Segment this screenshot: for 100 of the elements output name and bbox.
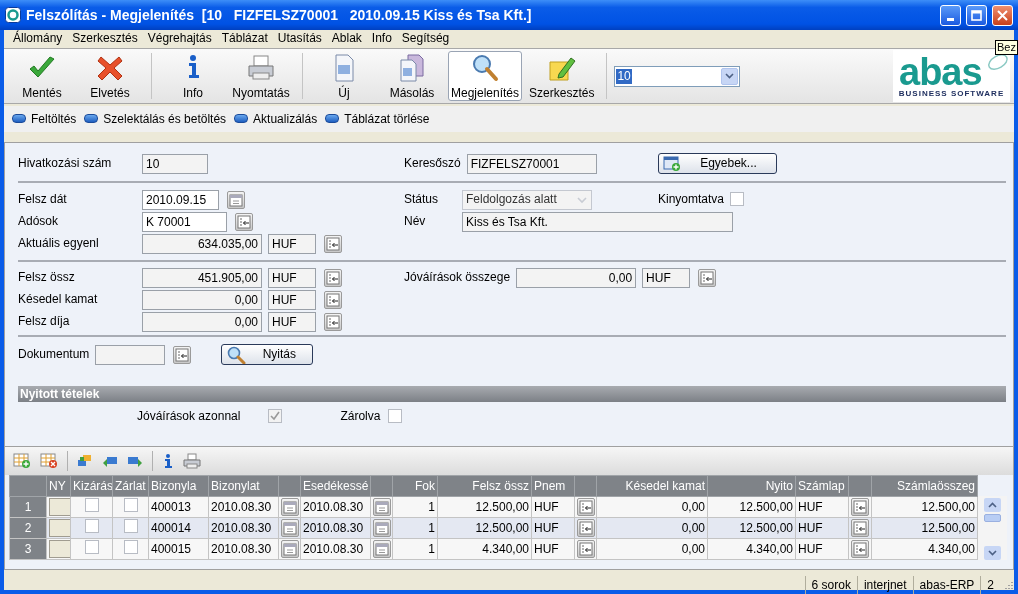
calendar-button[interactable]	[227, 190, 245, 209]
column-header[interactable]: Számlap	[795, 475, 849, 497]
checkbox[interactable]	[123, 540, 138, 555]
checkbox[interactable]	[123, 519, 138, 534]
lookup-button[interactable]	[324, 268, 342, 287]
column-header[interactable]	[278, 475, 301, 497]
lookup-button[interactable]	[324, 312, 342, 331]
input-field[interactable]: HUF	[268, 233, 316, 254]
toolbar-button[interactable]: Info	[161, 51, 225, 101]
input-field[interactable]: Kiss és Tsa Kft.	[462, 211, 733, 232]
column-header[interactable]	[848, 475, 872, 497]
action-button[interactable]: Aktualizálás	[232, 111, 320, 127]
column-header[interactable]: Nyito	[707, 475, 796, 497]
lookup-button[interactable]	[324, 290, 342, 309]
toolbar-button[interactable]: Nyomtatás	[229, 51, 293, 101]
row-button[interactable]	[49, 519, 70, 537]
calendar-button[interactable]	[281, 498, 299, 516]
input-field[interactable]: HUF	[642, 267, 691, 288]
menu-item[interactable]: Info	[366, 30, 397, 46]
toolbar-button[interactable]: Másolás	[380, 51, 444, 101]
row-button[interactable]	[49, 498, 70, 516]
checkbox[interactable]	[84, 498, 99, 513]
table-row[interactable]: 2 400014 2010.08.30 2010.08.30 1 12.500,00 HUF 0,00 12.500,00 HUF 12.500,00	[9, 517, 978, 539]
input-field[interactable]: 451.905,00	[142, 267, 262, 288]
calendar-button[interactable]	[281, 540, 299, 558]
push-button[interactable]: Nyitás	[221, 344, 314, 365]
input-field[interactable]: HUF	[268, 267, 316, 288]
column-header[interactable]: Bizonyla	[148, 475, 209, 497]
menu-item[interactable]: Táblázat	[216, 30, 273, 46]
input-field[interactable]: 0,00	[142, 311, 262, 332]
checkbox[interactable]	[84, 540, 99, 555]
menu-item[interactable]: Szerkesztés	[67, 30, 143, 46]
menu-item[interactable]: Segítség	[396, 30, 455, 46]
action-button[interactable]: Táblázat törlése	[323, 111, 432, 127]
maximize-button[interactable]	[966, 4, 987, 26]
input-field[interactable]: 634.035,00	[142, 233, 262, 254]
menu-item[interactable]: Végrehajtás	[142, 30, 217, 46]
row-header[interactable]: 3	[9, 538, 47, 560]
table-row[interactable]: 3 400015 2010.08.30 2010.08.30 1 4.340,00 HUF 0,00 4.340,00 HUF 4.340,00	[9, 538, 978, 560]
column-header[interactable]: Bizonylat	[208, 475, 279, 497]
scroll-up-button[interactable]	[984, 498, 1001, 512]
scrollbar[interactable]	[978, 496, 1007, 560]
input-field[interactable]: HUF	[268, 289, 316, 310]
toolbar-button[interactable]: Megjelenítés	[448, 51, 523, 101]
input-field[interactable]: 2010.09.15	[142, 189, 219, 210]
column-header[interactable]: Esedékessé	[300, 475, 371, 497]
toolbar-button[interactable]: Új	[312, 51, 376, 101]
calendar-button[interactable]	[373, 519, 391, 537]
menu-item[interactable]: Ablak	[326, 30, 367, 46]
lookup-button[interactable]	[173, 345, 192, 364]
column-header[interactable]: Pnem	[531, 475, 575, 497]
action-button[interactable]: Szelektálás és betöltés	[82, 111, 229, 127]
checkbox[interactable]	[123, 498, 138, 513]
lookup-button[interactable]	[235, 212, 253, 231]
lookup-button[interactable]	[851, 498, 869, 516]
checkbox[interactable]	[388, 409, 403, 423]
input-field[interactable]: K 70001	[142, 211, 227, 232]
column-header[interactable]	[370, 475, 393, 497]
column-header[interactable]: Fok	[392, 475, 438, 497]
lookup-button[interactable]	[324, 234, 342, 253]
column-header[interactable]	[574, 475, 597, 497]
lookup-button[interactable]	[698, 268, 717, 287]
checkbox[interactable]	[730, 192, 745, 207]
lookup-button[interactable]	[851, 519, 869, 537]
calendar-button[interactable]	[373, 498, 391, 516]
lookup-button[interactable]	[577, 498, 595, 516]
row-header[interactable]: 1	[9, 496, 47, 518]
lookup-button[interactable]	[577, 519, 595, 537]
column-header[interactable]: Számlaösszeg	[871, 475, 978, 497]
input-field[interactable]: 0,00	[516, 267, 637, 288]
scroll-thumb[interactable]	[984, 514, 1001, 522]
toolbar-button[interactable]: Szerkesztés	[526, 51, 598, 101]
menu-item[interactable]: Állomány	[8, 30, 68, 46]
lookup-button[interactable]	[577, 540, 595, 558]
checkbox[interactable]	[84, 519, 99, 534]
combo-box[interactable]: 10	[614, 65, 741, 87]
calendar-button[interactable]	[373, 540, 391, 558]
input-field[interactable]: FIZFELSZ70001	[466, 153, 597, 174]
column-header[interactable]: Felsz össz	[437, 475, 532, 497]
minimize-button[interactable]	[940, 4, 961, 26]
calendar-button[interactable]	[281, 519, 299, 537]
input-field[interactable]: 0,00	[142, 289, 262, 310]
toolbar-button[interactable]: Elvetés	[78, 51, 142, 101]
action-button[interactable]: Feltöltés	[10, 111, 79, 127]
input-field[interactable]	[95, 344, 166, 365]
column-header[interactable]: Zárlat	[112, 475, 149, 497]
column-header[interactable]: Késedel kamat	[596, 475, 708, 497]
scroll-down-button[interactable]	[984, 546, 1001, 560]
input-field[interactable]: HUF	[268, 311, 316, 332]
close-button[interactable]	[992, 4, 1013, 26]
column-header[interactable]: NY	[46, 475, 71, 497]
table-row[interactable]: 1 400013 2010.08.30 2010.08.30 1 12.500,00 HUF 0,00 12.500,00 HUF 12.500,00	[9, 496, 978, 518]
push-button[interactable]: Egyebek...	[658, 153, 777, 174]
menu-item[interactable]: Utasítás	[272, 30, 327, 46]
toolbar-button[interactable]: Mentés	[10, 51, 74, 101]
row-button[interactable]	[49, 540, 70, 558]
input-field[interactable]: 10	[142, 153, 208, 174]
dropdown-button[interactable]	[721, 67, 739, 85]
lookup-button[interactable]	[851, 540, 869, 558]
row-header[interactable]: 2	[9, 517, 47, 539]
